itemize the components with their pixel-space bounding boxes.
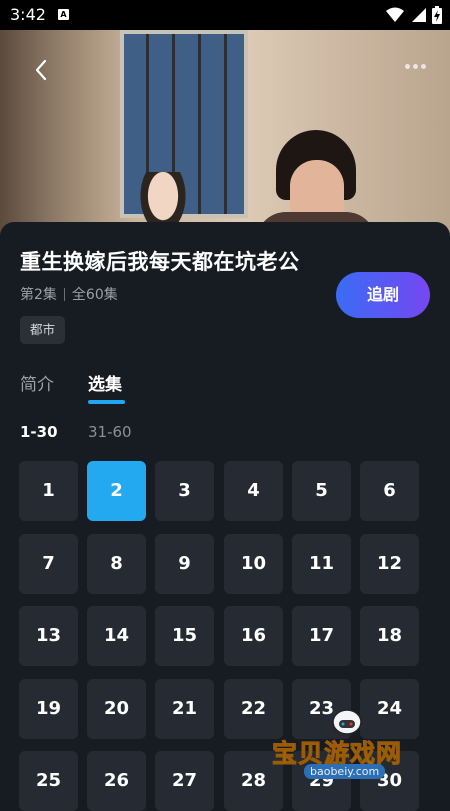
episode-tile[interactable]: 25 (19, 751, 78, 811)
episode-tile[interactable]: 26 (87, 751, 146, 811)
episode-tile[interactable]: 30 (360, 751, 419, 811)
episode-tile[interactable]: 29 (292, 751, 351, 811)
status-time: 3:42 (10, 5, 46, 24)
episode-tile[interactable]: 23 (292, 679, 351, 739)
episode-tile[interactable]: 21 (155, 679, 214, 739)
episode-tile[interactable]: 20 (87, 679, 146, 739)
tab-intro[interactable]: 简介 (20, 370, 54, 395)
range-1-30[interactable]: 1-30 (20, 423, 58, 441)
episode-tile[interactable]: 16 (224, 606, 283, 666)
current-episode: 第2集 (20, 287, 57, 303)
episode-tile[interactable]: 12 (360, 534, 419, 594)
episode-tile[interactable]: 17 (292, 606, 351, 666)
genre-tag[interactable]: 都市 (20, 316, 66, 344)
episode-info: 第2集 全60集 (20, 284, 118, 304)
wifi-icon (386, 7, 404, 22)
more-dots-icon[interactable] (405, 64, 426, 69)
episode-tile[interactable]: 7 (19, 534, 78, 594)
signal-icon (412, 8, 426, 22)
status-icons (386, 6, 442, 24)
total-episodes: 全60集 (71, 287, 118, 303)
episode-tile[interactable]: 8 (87, 534, 146, 594)
episode-tile[interactable]: 1 (19, 461, 78, 521)
episode-tile[interactable]: 19 (19, 679, 78, 739)
divider (63, 287, 65, 301)
episode-tile[interactable]: 27 (155, 751, 214, 811)
chevron-left-icon[interactable] (30, 58, 54, 82)
episode-sheet: 重生换嫁后我每天都在坑老公 第2集 全60集 都市 追剧 简介 选集 1-30 … (0, 222, 450, 811)
episode-tile[interactable]: 6 (360, 461, 419, 521)
episode-tile[interactable]: 24 (360, 679, 419, 739)
episode-tile[interactable]: 2 (87, 461, 146, 521)
follow-button[interactable]: 追剧 (336, 272, 430, 318)
notification-a-icon: A (58, 9, 69, 20)
episode-tile[interactable]: 28 (224, 751, 283, 811)
episode-tile[interactable]: 14 (87, 606, 146, 666)
episode-tile[interactable]: 5 (292, 461, 351, 521)
episode-tile[interactable]: 22 (224, 679, 283, 739)
episode-tile[interactable]: 10 (224, 534, 283, 594)
episode-tile[interactable]: 3 (155, 461, 214, 521)
tab-indicator (88, 400, 125, 404)
episode-tile[interactable]: 11 (292, 534, 351, 594)
episode-tile[interactable]: 9 (155, 534, 214, 594)
episode-tile[interactable]: 18 (360, 606, 419, 666)
video-player[interactable] (0, 30, 450, 240)
range-31-60[interactable]: 31-60 (88, 423, 132, 441)
drama-title: 重生换嫁后我每天都在坑老公 (20, 250, 300, 274)
battery-icon (432, 6, 442, 24)
episode-tile[interactable]: 13 (19, 606, 78, 666)
status-bar: 3:42 A (0, 0, 450, 30)
episode-tile[interactable]: 15 (155, 606, 214, 666)
episode-tile[interactable]: 4 (224, 461, 283, 521)
tab-episodes[interactable]: 选集 (88, 370, 122, 395)
